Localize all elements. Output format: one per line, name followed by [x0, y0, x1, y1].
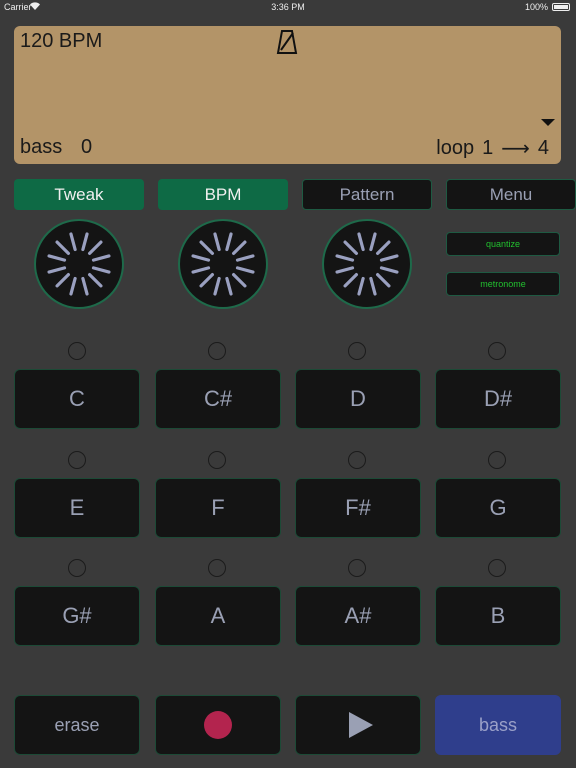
knob-face — [34, 219, 124, 309]
led-indicator — [348, 451, 366, 469]
pad-g[interactable]: G — [435, 478, 561, 538]
pad-c-sharp[interactable]: C# — [155, 369, 281, 429]
loop-end: 4 — [537, 137, 549, 159]
record-button[interactable] — [155, 695, 281, 755]
metronome-button[interactable]: metronome — [446, 272, 560, 296]
status-bar: Carrier 3:36 PM 100% — [0, 0, 576, 14]
led-indicator — [208, 342, 226, 360]
play-icon — [349, 712, 373, 738]
quantize-button[interactable]: quantize — [446, 232, 560, 256]
instrument-name: bass — [20, 136, 63, 158]
led-indicator — [488, 342, 506, 360]
dropdown-triangle-icon[interactable] — [541, 119, 555, 126]
instrument-number: 0 — [81, 136, 93, 158]
bpm-readout: 120 BPM — [20, 30, 103, 52]
pattern-button[interactable]: Pattern — [302, 179, 432, 210]
led-indicator — [348, 342, 366, 360]
knob-1[interactable] — [33, 218, 125, 310]
loop-readout: loop 1 ⟶ 4 — [436, 136, 549, 161]
loop-label: loop — [436, 137, 475, 159]
led-indicator — [488, 559, 506, 577]
menu-button[interactable]: Menu — [446, 179, 576, 210]
pad-e[interactable]: E — [14, 478, 140, 538]
led-indicator — [488, 451, 506, 469]
pad-f-sharp[interactable]: F# — [295, 478, 421, 538]
knob-3[interactable] — [321, 218, 413, 310]
metronome-icon[interactable] — [276, 30, 298, 59]
pad-c[interactable]: C — [14, 369, 140, 429]
pad-f[interactable]: F — [155, 478, 281, 538]
pad-a-sharp[interactable]: A# — [295, 586, 421, 646]
knob-face — [178, 219, 268, 309]
tweak-button[interactable]: Tweak — [14, 179, 144, 210]
led-indicator — [68, 342, 86, 360]
led-indicator — [208, 451, 226, 469]
bpm-button[interactable]: BPM — [158, 179, 288, 210]
erase-button[interactable]: erase — [14, 695, 140, 755]
pad-b[interactable]: B — [435, 586, 561, 646]
knob-face — [322, 219, 412, 309]
pad-d[interactable]: D — [295, 369, 421, 429]
pad-d-sharp[interactable]: D# — [435, 369, 561, 429]
clock: 3:36 PM — [271, 2, 305, 12]
lcd-display: 120 BPM bass 0 loop 1 ⟶ 4 — [14, 26, 561, 164]
loop-start: 1 — [482, 137, 494, 159]
led-indicator — [208, 559, 226, 577]
play-button[interactable] — [295, 695, 421, 755]
pad-a[interactable]: A — [155, 586, 281, 646]
knob-2[interactable] — [177, 218, 269, 310]
led-indicator — [68, 451, 86, 469]
battery-icon — [552, 3, 570, 11]
led-indicator — [348, 559, 366, 577]
battery-percent: 100% — [524, 2, 548, 12]
led-indicator — [68, 559, 86, 577]
loop-arrow: ⟶ — [501, 138, 530, 160]
pad-g-sharp[interactable]: G# — [14, 586, 140, 646]
instrument-button[interactable]: bass — [435, 695, 561, 755]
record-icon — [204, 711, 232, 739]
